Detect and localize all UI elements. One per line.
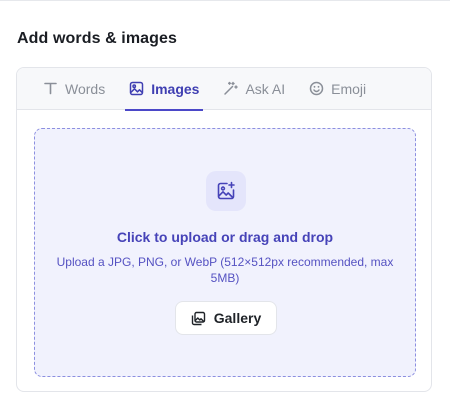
tab-images[interactable]: Images	[117, 68, 211, 111]
gallery-button[interactable]: Gallery	[175, 301, 277, 335]
tab-words[interactable]: Words	[31, 68, 117, 110]
tab-bar: Words Images Ask AI Emoji	[17, 68, 431, 111]
gallery-button-label: Gallery	[213, 310, 262, 326]
upload-title: Click to upload or drag and drop	[116, 229, 334, 245]
magic-wand-icon	[223, 81, 239, 96]
top-divider	[0, 0, 450, 1]
add-content-card: Words Images Ask AI Emoji Click to uploa…	[16, 67, 432, 392]
smiley-icon	[309, 81, 324, 96]
text-icon	[43, 81, 58, 96]
image-icon	[129, 81, 144, 96]
upload-subtitle: Upload a JPG, PNG, or WebP (512×512px re…	[56, 255, 394, 285]
tab-emoji-label: Emoji	[331, 80, 367, 97]
tab-ask-ai[interactable]: Ask AI	[211, 68, 297, 110]
tab-ask-ai-label: Ask AI	[245, 80, 286, 97]
tab-emoji[interactable]: Emoji	[297, 68, 378, 110]
image-plus-icon	[206, 171, 246, 211]
tab-images-label: Images	[151, 80, 200, 97]
gallery-icon	[191, 311, 206, 326]
upload-dropzone[interactable]: Click to upload or drag and drop Upload …	[34, 128, 416, 377]
section-title: Add words & images	[17, 30, 178, 47]
tab-words-label: Words	[65, 80, 106, 97]
